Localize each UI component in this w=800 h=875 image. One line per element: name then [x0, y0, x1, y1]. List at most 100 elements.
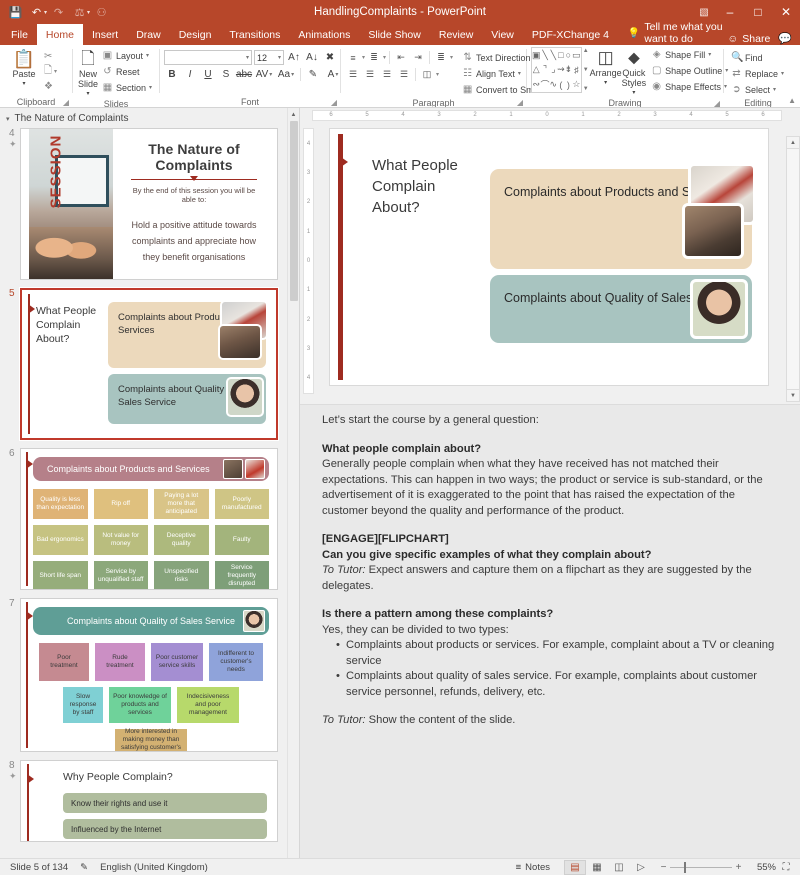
shape-right-arrow-icon[interactable]: ⇝ — [557, 64, 565, 75]
shapes-gallery[interactable]: ▣ ╲ ╲ □ ○ ▭ △ ⌝ ⌟ ⇝ ⇟ ♯ ∾ ⌒ ∿ ( ) ☆ — [531, 47, 582, 93]
tab-view[interactable]: View — [482, 24, 523, 45]
shape-arrow-icon[interactable]: ╲ — [551, 50, 556, 61]
thumbnail-frame[interactable]: Why People Complain? Know their rights a… — [20, 760, 278, 842]
increase-indent-icon[interactable]: ⇥ — [410, 50, 426, 65]
tab-design[interactable]: Design — [170, 24, 221, 45]
scrollbar-thumb[interactable] — [290, 121, 298, 301]
paste-button[interactable]: 📋 Paste ▾ — [4, 48, 44, 89]
shapes-more-icon[interactable]: ▼ — [583, 86, 589, 92]
replace-button[interactable]: ⇄ Replace ▾ — [728, 66, 787, 81]
shape-down-arrow-icon[interactable]: ⇟ — [565, 64, 573, 75]
thumbnail-slide-5[interactable]: 5 What People Complain About? Complaints… — [0, 287, 287, 448]
slideshow-button[interactable]: ▷ — [630, 860, 652, 875]
decrease-indent-icon[interactable]: ⇤ — [393, 50, 409, 65]
strikethrough-icon[interactable]: abc — [236, 67, 252, 82]
numbering-icon[interactable]: ≣ — [366, 50, 382, 65]
shape-arc-icon[interactable]: ∿ — [550, 79, 558, 90]
language-indicator[interactable]: English (United Kingdom) — [94, 859, 214, 875]
notes-pane[interactable]: Let’s start the course by a general ques… — [300, 404, 800, 858]
clear-formatting-icon[interactable]: ✖ — [322, 50, 338, 65]
tab-insert[interactable]: Insert — [83, 24, 127, 45]
shape-triangle-icon[interactable]: △ — [533, 64, 540, 75]
tell-me-search[interactable]: 💡 Tell me what you want to do — [618, 21, 728, 45]
justify-icon[interactable]: ☰ — [396, 67, 412, 82]
shape-curve-icon[interactable]: ⌒ — [541, 78, 550, 91]
shape-textbox-icon[interactable]: ▣ — [532, 50, 541, 61]
section-button[interactable]: ▦ Section ▾ — [99, 80, 155, 95]
tab-draw[interactable]: Draw — [127, 24, 170, 45]
slide-sorter-button[interactable]: ▦ — [586, 860, 608, 875]
slide-scrollbar[interactable]: ▲ ▼ — [786, 136, 800, 418]
align-right-icon[interactable]: ☰ — [379, 67, 395, 82]
touch-mode-icon[interactable]: ⚇ — [92, 3, 111, 22]
bold-icon[interactable]: B — [164, 67, 180, 82]
tab-pdf-xchange[interactable]: PDF-XChange 4 — [523, 24, 618, 45]
paragraph-dialog-launcher-icon[interactable]: ◢ — [517, 98, 523, 107]
tab-file[interactable]: File — [2, 24, 37, 45]
bullets-icon[interactable]: ≡ — [345, 50, 361, 65]
thumbnail-slide-8[interactable]: 8 ✦ Why People Complain? Know their righ… — [0, 760, 287, 850]
thumbnail-scrollbar[interactable]: ▲ — [287, 108, 299, 858]
chevron-down-icon[interactable]: ▾ — [6, 115, 10, 123]
change-case-icon[interactable]: Aa ▾ — [276, 67, 296, 82]
thumbnail-slide-4[interactable]: 4 ✦ SESSION The Nature of Complaints By … — [0, 128, 287, 288]
thumbnail-frame[interactable]: Complaints about Quality of Sales Servic… — [20, 598, 278, 752]
shape-freeform-icon[interactable]: ∾ — [532, 79, 540, 90]
shape-effects-button[interactable]: ◉ Shape Effects ▾ — [648, 79, 731, 94]
close-button[interactable]: ✕ — [772, 0, 800, 24]
save-icon[interactable]: 💾 — [6, 3, 25, 22]
zoom-slider-handle[interactable] — [684, 861, 686, 873]
layout-button[interactable]: ▣ Layout ▾ — [99, 48, 155, 63]
columns-icon[interactable]: ◫ — [419, 67, 435, 82]
maximize-button[interactable]: □ — [744, 0, 772, 24]
tab-transitions[interactable]: Transitions — [220, 24, 289, 45]
scroll-up-icon[interactable]: ▲ — [786, 136, 800, 149]
copy-button[interactable]: 🗋 ▾ — [44, 64, 57, 78]
shapes-scroll-down-icon[interactable]: ▼ — [583, 67, 589, 73]
shape-fill-button[interactable]: ◈ Shape Fill ▾ — [648, 47, 731, 62]
shape-roundrect-icon[interactable]: ▭ — [572, 50, 581, 61]
slide-title-placeholder[interactable]: What People Complain About? — [372, 155, 482, 218]
thumbnail-frame[interactable]: SESSION The Nature of Complaints By the … — [20, 128, 278, 280]
shrink-font-icon[interactable]: A↓ — [304, 50, 320, 65]
tab-animations[interactable]: Animations — [289, 24, 359, 45]
cut-button[interactable]: ✂ — [44, 49, 57, 63]
font-color-icon[interactable]: A ▾ — [323, 67, 343, 82]
reading-view-button[interactable]: ◫ — [608, 860, 630, 875]
shadow-icon[interactable]: S — [218, 67, 234, 82]
collapse-ribbon-icon[interactable]: ▲ — [788, 96, 796, 105]
shape-line-icon[interactable]: ╲ — [542, 50, 547, 61]
arrange-button[interactable]: ◫ Arrange ▾ — [590, 47, 622, 88]
tab-slide-show[interactable]: Slide Show — [359, 24, 430, 45]
thumbnail-frame-selected[interactable]: What People Complain About? Complaints a… — [19, 287, 279, 441]
align-center-icon[interactable]: ☰ — [362, 67, 378, 82]
font-name-input[interactable]: ▾ — [164, 50, 252, 65]
font-dialog-launcher-icon[interactable]: ◢ — [331, 98, 337, 107]
redo-icon[interactable]: ↷ — [49, 3, 68, 22]
format-painter-button[interactable]: ❖ — [44, 79, 57, 93]
tab-home[interactable]: Home — [36, 24, 83, 45]
font-size-input[interactable]: 12 ▾ — [254, 50, 284, 65]
section-header[interactable]: ▾ The Nature of Complaints — [0, 108, 287, 128]
text-highlight-icon[interactable]: ✎ — [305, 67, 321, 82]
card-products-services[interactable]: Complaints about Products and Services — [490, 163, 756, 269]
shape-left-brace-icon[interactable]: ( — [559, 80, 562, 90]
italic-icon[interactable]: I — [182, 67, 198, 82]
line-spacing-icon[interactable]: ≣ — [433, 50, 449, 65]
shape-elbow-icon[interactable]: ⌝ — [543, 64, 547, 75]
normal-view-button[interactable]: ▤ — [564, 859, 586, 875]
thumbnail-slide-6[interactable]: 6 Complaints about Products and Services — [0, 448, 287, 598]
scroll-up-icon[interactable]: ▲ — [288, 108, 299, 121]
zoom-slider[interactable]: − + — [657, 861, 745, 873]
customize-qat-icon[interactable]: ▾ — [87, 9, 90, 16]
drawing-dialog-launcher-icon[interactable]: ◢ — [714, 99, 720, 108]
new-slide-button[interactable]: 🗋 New Slide ▾ — [77, 48, 99, 99]
comment-icon[interactable]: 💬 — [778, 32, 792, 45]
shape-right-brace-icon[interactable]: ) — [567, 80, 570, 90]
shape-outline-button[interactable]: ▢ Shape Outline ▾ — [648, 63, 731, 78]
underline-icon[interactable]: U — [200, 67, 216, 82]
tab-review[interactable]: Review — [430, 24, 482, 45]
align-left-icon[interactable]: ☰ — [345, 67, 361, 82]
card-quality-sales-service[interactable]: Complaints about Quality of Sales Servic… — [490, 275, 752, 343]
zoom-in-button[interactable]: + — [732, 862, 745, 873]
